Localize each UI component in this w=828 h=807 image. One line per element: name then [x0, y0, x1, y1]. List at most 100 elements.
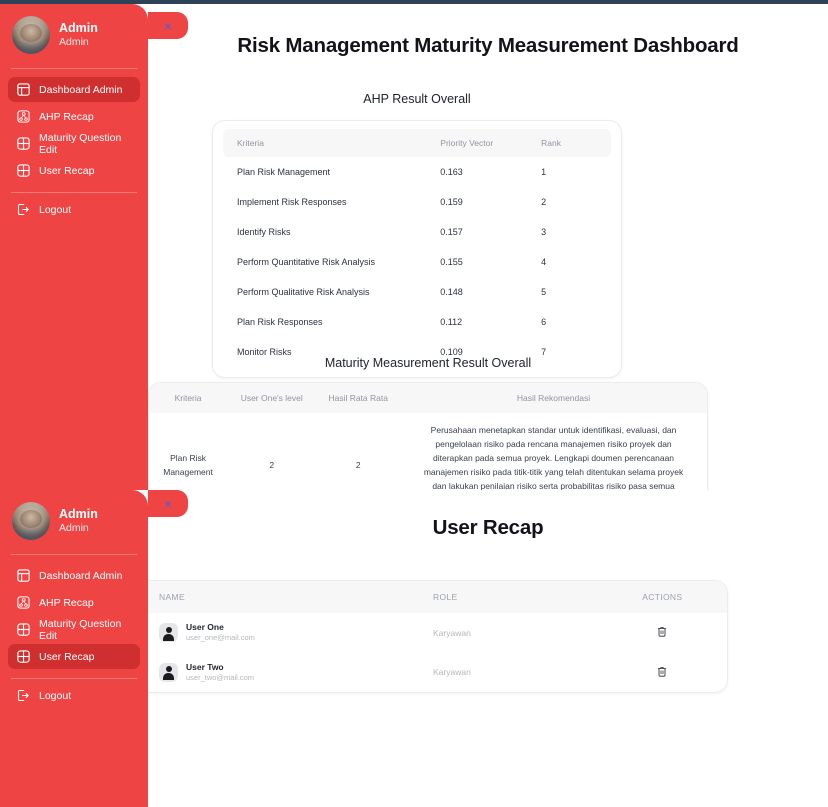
cell-rank: 6	[541, 307, 611, 337]
maturity-table: Kriteria User One's level Hasil Rata Rat…	[149, 383, 707, 490]
sidebar-item-logout[interactable]: Logout	[8, 197, 140, 222]
table-row: Plan Risk Management 0.163 1	[223, 157, 611, 187]
sidebar-item-label: Maturity Question Edit	[39, 618, 132, 642]
cell-rank: 5	[541, 277, 611, 307]
table-row: Perform Quantitative Risk Analysis 0.155…	[223, 247, 611, 277]
profile-name: Admin	[59, 21, 98, 37]
cell-kriteria: Implement Risk Responses	[223, 187, 440, 217]
cell-kriteria: Plan Risk Management	[223, 157, 440, 187]
sidebar-item-ahp-recap[interactable]: AHP Recap	[8, 104, 140, 129]
sidebar-dashboard: Admin Admin Dashboard Admin	[0, 4, 148, 490]
sidebar-item-logout[interactable]: Logout	[8, 683, 140, 708]
trash-icon[interactable]	[656, 625, 668, 638]
table-row: Identify Risks 0.157 3	[223, 217, 611, 247]
cell-average: 2	[316, 413, 400, 490]
sidebar-profile: Admin Admin	[0, 490, 148, 554]
sidebar-divider-bottom	[11, 192, 137, 193]
cell-kriteria: Perform Qualitative Risk Analysis	[223, 277, 440, 307]
sidebar-item-label: Maturity Question Edit	[39, 132, 132, 156]
column-header-name: NAME	[139, 581, 433, 613]
cell-rank: 1	[541, 157, 611, 187]
profile-role: Admin	[59, 36, 98, 49]
sidebar-item-user-recap[interactable]: User Recap	[8, 158, 140, 183]
sidebar-item-ahp-recap[interactable]: AHP Recap	[8, 590, 140, 615]
cell-user: User Two user_two@mail.com	[139, 653, 433, 693]
cell-kriteria: Identify Risks	[223, 217, 440, 247]
grid-icon	[16, 163, 31, 178]
ahp-table-body: Plan Risk Management 0.163 1 Implement R…	[223, 157, 611, 367]
user-recap-main: User Recap NAME ROLE ACTIONS	[148, 490, 828, 807]
hierarchy-icon	[16, 109, 31, 124]
logout-icon	[16, 202, 31, 217]
cell-role: Karyawan	[433, 653, 598, 693]
sidebar-item-label: AHP Recap	[39, 111, 94, 123]
cell-rank: 2	[541, 187, 611, 217]
close-icon: ×	[164, 19, 172, 33]
sidebar-profile: Admin Admin	[0, 4, 148, 68]
sidebar-item-label: Dashboard Admin	[39, 570, 122, 582]
sidebar-item-maturity-question-edit[interactable]: Maturity Question Edit	[8, 131, 140, 156]
maturity-table-body: Plan Risk Management 2 2 Perusahaan mene…	[149, 413, 707, 490]
sidebar-collapse-button-user-recap[interactable]: ×	[148, 490, 188, 517]
sidebar-item-dashboard-admin[interactable]: Dashboard Admin	[8, 563, 140, 588]
ahp-card: Kriteria Priority Vector Rank Plan Risk …	[212, 120, 622, 378]
cell-priority-vector: 0.148	[440, 277, 541, 307]
sidebar-menu: Dashboard Admin AHP Recap	[0, 69, 148, 187]
avatar	[12, 16, 50, 54]
table-header-row: Kriteria User One's level Hasil Rata Rat…	[149, 383, 707, 413]
avatar	[12, 502, 50, 540]
logout-icon	[16, 688, 31, 703]
cell-actions	[598, 653, 727, 693]
user-email: user_two@mail.com	[186, 673, 254, 683]
table-row: User Two user_two@mail.com Karyawan	[139, 653, 727, 693]
table-row: Implement Risk Responses 0.159 2	[223, 187, 611, 217]
sidebar-user-recap: Admin Admin Dashboard Admin	[0, 490, 148, 807]
column-header-average: Hasil Rata Rata	[316, 383, 400, 413]
sidebar-item-label: Logout	[39, 204, 71, 216]
cell-priority-vector: 0.163	[440, 157, 541, 187]
column-header-kriteria: Kriteria	[149, 383, 227, 413]
user-recap-panel: Admin Admin Dashboard Admin	[0, 490, 828, 807]
sidebar-item-dashboard-admin[interactable]: Dashboard Admin	[8, 77, 140, 102]
table-header-row: Kriteria Priority Vector Rank	[223, 129, 611, 157]
user-table-section: NAME ROLE ACTIONS	[138, 580, 728, 693]
user-card: NAME ROLE ACTIONS	[138, 580, 728, 693]
column-header-rank: Rank	[541, 129, 611, 157]
column-header-actions: ACTIONS	[598, 581, 727, 613]
cell-role: Karyawan	[433, 613, 598, 653]
page-title: Risk Management Maturity Measurement Das…	[148, 34, 828, 58]
cell-user: User One user_one@mail.com	[139, 613, 433, 653]
grid-icon	[16, 649, 31, 664]
cell-kriteria: Perform Quantitative Risk Analysis	[223, 247, 440, 277]
sidebar-item-maturity-question-edit[interactable]: Maturity Question Edit	[8, 617, 140, 642]
sidebar-collapse-button-dashboard[interactable]: ×	[148, 12, 188, 39]
profile-name: Admin	[59, 507, 98, 523]
maturity-section-title: Maturity Measurement Result Overall	[148, 356, 708, 370]
user-name: User Two	[186, 662, 254, 673]
trash-icon[interactable]	[656, 665, 668, 678]
table-row: Plan Risk Responses 0.112 6	[223, 307, 611, 337]
sidebar-item-user-recap[interactable]: User Recap	[8, 644, 140, 669]
grid-icon	[16, 136, 31, 151]
sidebar-divider-bottom	[11, 678, 137, 679]
cell-rank: 4	[541, 247, 611, 277]
maturity-section: Maturity Measurement Result Overall Krit…	[148, 356, 708, 490]
cell-priority-vector: 0.112	[440, 307, 541, 337]
cell-kriteria: Plan Risk Responses	[223, 307, 440, 337]
cell-kriteria: Plan Risk Management	[149, 413, 227, 490]
hierarchy-icon	[16, 595, 31, 610]
dashboard-icon	[16, 82, 31, 97]
cell-priority-vector: 0.157	[440, 217, 541, 247]
grid-icon	[16, 622, 31, 637]
app-screen: Admin Admin Dashboard Admin	[0, 0, 828, 807]
column-header-role: ROLE	[433, 581, 598, 613]
column-header-user-level: User One's level	[227, 383, 316, 413]
column-header-priority-vector: Priority Vector	[440, 129, 541, 157]
table-header-row: NAME ROLE ACTIONS	[139, 581, 727, 613]
table-row: User One user_one@mail.com Karyawan	[139, 613, 727, 653]
maturity-card: Kriteria User One's level Hasil Rata Rat…	[148, 382, 708, 490]
sidebar-item-label: Dashboard Admin	[39, 84, 122, 96]
cell-priority-vector: 0.155	[440, 247, 541, 277]
user-avatar-icon	[159, 663, 178, 682]
close-icon: ×	[164, 497, 172, 511]
